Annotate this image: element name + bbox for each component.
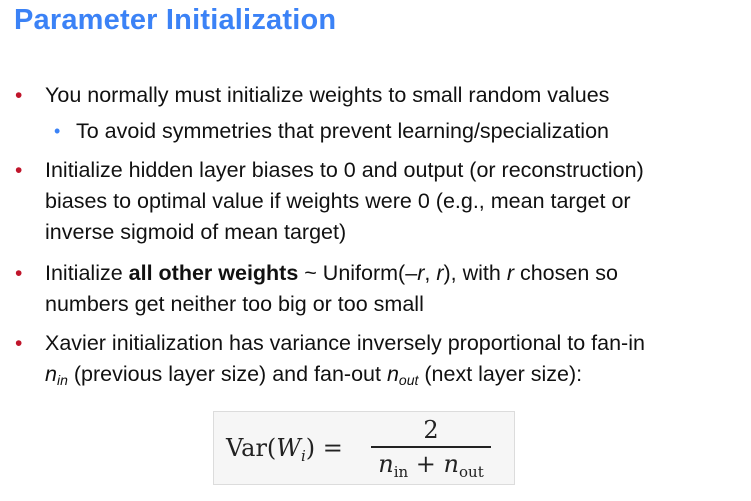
bullet-line-2: numbers get neither too big or too small <box>45 292 424 316</box>
sub-bullet-avoid-symmetries: • To avoid symmetries that prevent learn… <box>54 116 609 147</box>
xavier-variance-formula: Var(Wi) = 2 nin + nout <box>213 411 515 485</box>
bullet-line-3: inverse sigmoid of mean target) <box>45 220 347 244</box>
formula-denominator: nin + nout <box>378 450 484 481</box>
sub-bullet-text: To avoid symmetries that prevent learnin… <box>76 119 609 143</box>
bullet-line-1: Xavier initialization has variance inver… <box>45 331 645 355</box>
bullet-marker: • <box>15 262 23 285</box>
bullet-line-2: biases to optimal value if weights were … <box>45 189 631 213</box>
bullet-initialize-biases: • Initialize hidden layer biases to 0 an… <box>15 155 644 248</box>
formula-fraction-bar <box>371 446 491 448</box>
bullet-marker: • <box>15 332 23 355</box>
bullet-line-1: Initialize all other weights ~ Uniform(–… <box>45 261 618 285</box>
bold-all-other-weights: all other weights <box>128 261 299 285</box>
bullet-initialize-small-random: • You normally must initialize weights t… <box>15 80 610 111</box>
bullet-initialize-other-weights: • Initialize all other weights ~ Uniform… <box>15 258 618 320</box>
formula-numerator: 2 <box>423 416 439 444</box>
bullet-line-2: nin (previous layer size) and fan-out no… <box>45 362 583 388</box>
bullet-marker: • <box>15 84 23 107</box>
sub-bullet-marker: • <box>54 121 61 141</box>
bullet-line-1: Initialize hidden layer biases to 0 and … <box>45 158 644 182</box>
slide-title: Parameter Initialization <box>14 4 337 36</box>
bullet-xavier-initialization: • Xavier initialization has variance inv… <box>15 328 645 390</box>
formula-lhs: Var(Wi) = <box>226 434 343 465</box>
bullet-marker: • <box>15 159 23 182</box>
bullet-text: You normally must initialize weights to … <box>45 83 610 107</box>
